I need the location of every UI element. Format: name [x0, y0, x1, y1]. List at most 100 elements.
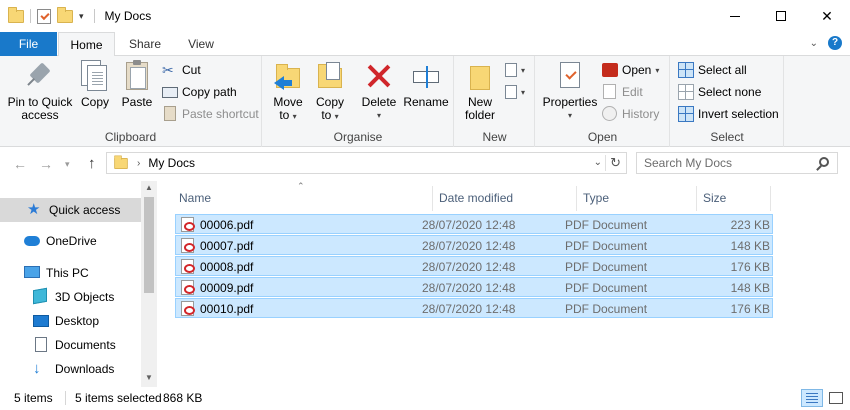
- large-icons-view-icon[interactable]: [826, 389, 846, 407]
- column-header-date-modified[interactable]: Date modified: [435, 186, 577, 211]
- new-item-button[interactable]: ▾: [505, 60, 525, 80]
- pdf-file-icon: [181, 280, 195, 295]
- tab-home[interactable]: Home: [58, 32, 115, 57]
- select-all-button[interactable]: Select all: [678, 60, 747, 80]
- customize-toolbar-dropdown[interactable]: ▾: [79, 11, 84, 22]
- chevron-down-icon: ▾: [567, 111, 572, 120]
- nav-item-quick-access[interactable]: ★ Quick access: [0, 198, 141, 222]
- nav-item-downloads[interactable]: ↓ Downloads: [0, 357, 141, 381]
- rename-icon: [410, 60, 442, 92]
- move-to-button[interactable]: Move to ▾: [269, 60, 307, 123]
- pin-to-quick-access-button[interactable]: Pin to Quick access: [4, 60, 76, 122]
- file-type: PDF Document: [565, 239, 648, 253]
- up-arrow-icon[interactable]: ↑: [88, 155, 96, 172]
- scroll-down-icon[interactable]: ▼: [145, 373, 153, 382]
- nav-item-label: OneDrive: [46, 234, 97, 248]
- new-folder-icon[interactable]: [57, 6, 73, 23]
- nav-scrollbar-thumb[interactable]: [144, 197, 154, 293]
- tab-file[interactable]: File: [0, 32, 57, 56]
- refresh-icon[interactable]: ↻: [610, 155, 621, 171]
- paste-shortcut-button[interactable]: Paste shortcut: [162, 104, 259, 124]
- scroll-up-icon[interactable]: ▲: [145, 183, 153, 192]
- scissors-icon: ✂: [162, 62, 174, 78]
- file-size: 148 KB: [730, 239, 770, 253]
- close-button[interactable]: ✕: [804, 0, 850, 32]
- column-header-type[interactable]: Type: [579, 186, 697, 211]
- paste-shortcut-icon: [164, 106, 176, 121]
- file-date: 28/07/2020 12:48: [422, 239, 516, 253]
- edit-label: Edit: [622, 85, 643, 99]
- nav-item-documents[interactable]: Documents: [0, 333, 141, 357]
- chevron-down-icon: ▾: [292, 112, 297, 121]
- desktop-icon: [33, 315, 49, 327]
- address-dropdown-icon[interactable]: ⌄: [594, 157, 602, 168]
- open-button[interactable]: Open ▾: [602, 60, 659, 80]
- properties-button[interactable]: Properties ▾: [540, 60, 600, 122]
- help-icon[interactable]: ?: [828, 36, 842, 50]
- address-path[interactable]: My Docs: [148, 156, 195, 170]
- file-size: 148 KB: [730, 281, 770, 295]
- nav-item-this-pc[interactable]: This PC: [0, 261, 141, 285]
- expand-ribbon-chevron-icon[interactable]: ⌄: [810, 38, 818, 49]
- minimize-button[interactable]: [712, 0, 758, 32]
- rename-button[interactable]: Rename: [403, 60, 449, 109]
- tab-view[interactable]: View: [178, 32, 224, 56]
- edit-button[interactable]: Edit: [602, 82, 643, 102]
- file-row[interactable]: 00009.pdf 28/07/2020 12:48 PDF Document …: [175, 277, 773, 297]
- status-bar: 5 items 5 items selected 868 KB: [0, 387, 850, 410]
- column-header-size[interactable]: Size: [699, 186, 771, 211]
- chevron-down-icon: ▾: [521, 87, 526, 97]
- copy-button[interactable]: Copy: [77, 60, 113, 109]
- file-row[interactable]: 00010.pdf 28/07/2020 12:48 PDF Document …: [175, 298, 773, 318]
- cut-button[interactable]: ✂ Cut: [162, 60, 201, 80]
- select-none-label: Select none: [698, 85, 762, 99]
- search-box[interactable]: Search My Docs: [636, 152, 838, 174]
- copy-to-button[interactable]: Copy to ▾: [311, 60, 349, 123]
- properties-icon[interactable]: [37, 8, 51, 24]
- nav-scrollbar[interactable]: ▲ ▼: [141, 181, 157, 387]
- tab-share[interactable]: Share: [120, 32, 170, 56]
- nav-item-3d-objects[interactable]: 3D Objects: [0, 285, 141, 309]
- select-none-button[interactable]: Select none: [678, 82, 761, 102]
- file-type: PDF Document: [565, 302, 648, 316]
- pin-label-line2: access: [21, 108, 59, 122]
- open-label: Open: [622, 63, 652, 77]
- nav-item-desktop[interactable]: Desktop: [0, 309, 141, 333]
- file-name: 00010.pdf: [200, 302, 254, 316]
- search-icon[interactable]: [819, 157, 829, 167]
- address-bar[interactable]: › My Docs ⌄ ↻: [106, 152, 627, 174]
- file-row[interactable]: 00006.pdf 28/07/2020 12:48 PDF Document …: [175, 214, 773, 234]
- copy-path-button[interactable]: Copy path: [162, 82, 237, 102]
- column-header-name[interactable]: Name: [175, 186, 433, 211]
- divider: [30, 9, 31, 23]
- details-view-icon[interactable]: [801, 389, 823, 407]
- documents-icon: [35, 337, 47, 352]
- ribbon-tabs: File Home Share View ⌄ ?: [0, 32, 850, 57]
- nav-item-label: Downloads: [55, 362, 115, 376]
- file-row[interactable]: 00007.pdf 28/07/2020 12:48 PDF Document …: [175, 235, 773, 255]
- copy-path-icon: [162, 87, 178, 98]
- pdf-file-icon: [181, 259, 195, 274]
- easy-access-button[interactable]: ▾: [505, 82, 525, 102]
- file-row[interactable]: 00008.pdf 28/07/2020 12:48 PDF Document …: [175, 256, 773, 276]
- invert-selection-button[interactable]: Invert selection: [678, 104, 779, 124]
- history-button[interactable]: History: [602, 104, 659, 124]
- chevron-right-icon[interactable]: ›: [137, 158, 140, 169]
- back-arrow-icon[interactable]: ←: [13, 156, 27, 172]
- file-size: 176 KB: [730, 260, 770, 274]
- chevron-down-icon: ▾: [655, 65, 660, 75]
- delete-button[interactable]: Delete ▾: [359, 60, 399, 122]
- pdf-file-icon: [181, 238, 195, 253]
- select-none-icon: [678, 84, 694, 100]
- select-group-label: Select: [710, 130, 744, 144]
- new-item-icon: [505, 63, 517, 77]
- new-folder-button[interactable]: New folder: [459, 60, 501, 122]
- nav-item-onedrive[interactable]: OneDrive: [0, 229, 141, 253]
- forward-arrow-icon[interactable]: →: [39, 156, 53, 172]
- open-app-icon: [602, 63, 618, 77]
- paste-button[interactable]: Paste: [117, 60, 157, 109]
- search-input[interactable]: Search My Docs: [644, 156, 732, 170]
- new-group: New folder ▾ ▾ New: [455, 56, 535, 147]
- maximize-button[interactable]: [758, 0, 804, 32]
- recent-locations-chevron-icon[interactable]: ▾: [65, 159, 70, 170]
